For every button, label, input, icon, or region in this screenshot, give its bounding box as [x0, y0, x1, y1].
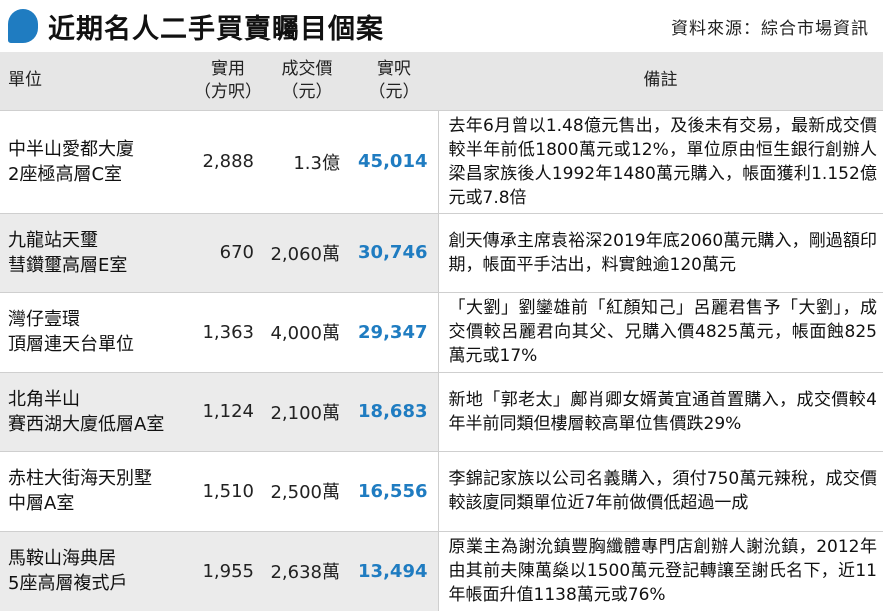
col-header-ppsf: 實呎 （元）: [368, 58, 420, 102]
cell-price: 2,500萬: [270, 482, 340, 504]
table-row: 北角半山 賽西湖大廈低層A室 1,124 2,100萬 18,683 新地「郭老太…: [0, 372, 883, 452]
cell-ppsf: 13,494: [358, 560, 428, 582]
cell-ppsf: 18,683: [358, 401, 428, 423]
table-header-row: 單位 實用 （方呎） 成交價 （元） 實呎 （元） 備註: [0, 52, 883, 110]
cell-note: 新地「郭老太」鄺肖卿女婿黃宜通首置購入，成交價較4年半前同類但樓層較高單位售價跌…: [437, 372, 883, 452]
speech-bubble-icon: [8, 9, 38, 43]
table-row: 灣仔壹環 頂層連天台單位 1,363 4,000萬 29,347 「大劉」劉鑾雄前…: [0, 292, 883, 372]
table-row: 中半山愛都大廈 2座極高層C室 2,888 1.3億 45,014 去年6月曾以1…: [0, 110, 883, 213]
cell-price: 2,100萬: [270, 402, 340, 424]
cell-unit: 馬鞍山海典居 5座高層複式戶: [8, 548, 128, 594]
cell-unit: 灣仔壹環 頂層連天台單位: [8, 309, 134, 356]
cell-area: 1,124: [202, 401, 254, 423]
page: 近期名人二手買賣矚目個案 資料來源：綜合市場資訊 單位 實用 （方呎） 成交價 …: [0, 0, 883, 611]
title-bar: 近期名人二手買賣矚目個案 資料來源：綜合市場資訊: [0, 0, 883, 52]
transactions-table: 單位 實用 （方呎） 成交價 （元） 實呎 （元） 備註 中半山愛都大廈 2座極高…: [0, 52, 883, 611]
cell-note: 「大劉」劉鑾雄前「紅顏知己」呂麗君售予「大劉」，成交價較呂麗君向其父、兄購入價4…: [437, 292, 883, 372]
cell-ppsf: 45,014: [358, 151, 428, 172]
col-header-note: 備註: [643, 70, 678, 91]
source-note: 資料來源：綜合市場資訊: [671, 18, 869, 39]
cell-area: 1,510: [202, 480, 254, 502]
cell-unit: 赤柱大街海天別墅 中層A室: [8, 468, 152, 515]
cell-note: 創天傳承主席袁裕深2019年底2060萬元購入，剛過額印期，帳面平手沽出，料實蝕…: [437, 213, 883, 293]
cell-unit: 中半山愛都大廈 2座極高層C室: [8, 138, 134, 185]
table-row: 九龍站天璽 彗鑽璽高層E室 670 2,060萬 30,746 創天傳承主席袁裕深…: [0, 213, 883, 293]
title-group: 近期名人二手買賣矚目個案: [8, 7, 384, 46]
cell-unit: 北角半山 賽西湖大廈低層A室: [8, 388, 165, 435]
col-header-unit: 單位: [8, 70, 42, 91]
cell-note: 李錦記家族以公司名義購入，須付750萬元辣稅，成交價較該廈同類單位近7年前做價低…: [437, 451, 883, 531]
cell-area: 2,888: [202, 151, 254, 172]
cell-note: 去年6月曾以1.48億元售出，及後未有交易，最新成交價較半年前低1800萬元或1…: [437, 110, 883, 213]
cell-price: 2,060萬: [270, 243, 340, 265]
cell-ppsf: 16,556: [358, 480, 428, 502]
table-row: 馬鞍山海典居 5座高層複式戶 1,955 2,638萬 13,494 原業主為謝沇…: [0, 531, 883, 611]
cell-price: 2,638萬: [270, 562, 340, 583]
cell-area: 1,363: [202, 321, 254, 343]
table-row: 赤柱大街海天別墅 中層A室 1,510 2,500萬 16,556 李錦記家族以公…: [0, 451, 883, 531]
col-header-price: 成交價 （元）: [281, 58, 333, 102]
cell-price: 1.3億: [293, 152, 340, 174]
cell-ppsf: 29,347: [358, 321, 428, 343]
page-title: 近期名人二手買賣矚目個案: [48, 13, 384, 45]
cell-area: 670: [219, 242, 254, 264]
col-header-area: 實用 （方呎）: [194, 58, 262, 102]
cell-ppsf: 30,746: [358, 242, 428, 264]
cell-note: 原業主為謝沇鎮豐胸纖體專門店創辦人謝沇鎮，2012年由其前夫陳萬燊以1500萬元…: [437, 531, 883, 611]
cell-area: 1,955: [202, 560, 254, 582]
cell-price: 4,000萬: [270, 323, 340, 345]
cell-unit: 九龍站天璽 彗鑽璽高層E室: [8, 229, 128, 276]
